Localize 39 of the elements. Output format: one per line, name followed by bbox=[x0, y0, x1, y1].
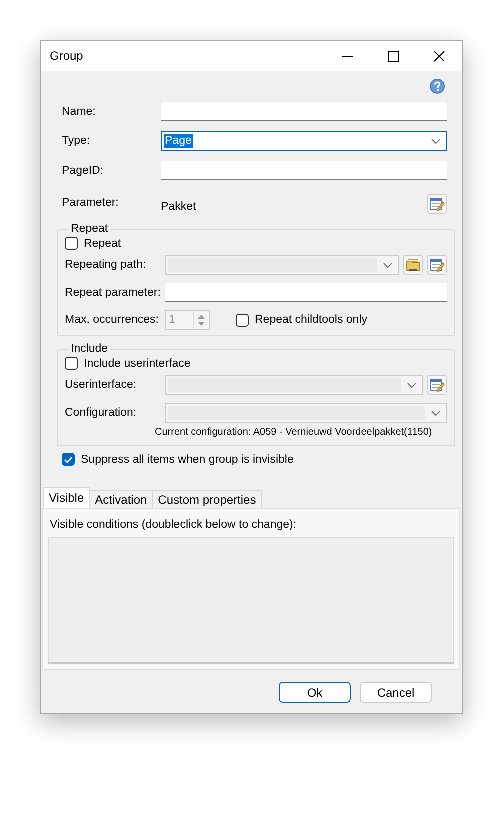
panel-caption: Visible conditions (doubleclick below to change): bbox=[49, 519, 298, 531]
window-title: Group bbox=[50, 49, 84, 63]
checkbox-label: Include userinterface bbox=[84, 358, 191, 370]
checkbox[interactable] bbox=[65, 357, 78, 370]
field-label: PageID: bbox=[62, 164, 105, 176]
checkbox[interactable] bbox=[236, 314, 249, 326]
close-icon[interactable] bbox=[434, 50, 444, 62]
dropdown[interactable]: Page bbox=[161, 131, 447, 151]
tab[interactable]: Custom properties bbox=[152, 490, 262, 508]
group-title: Include bbox=[70, 343, 110, 355]
checkbox-label: Repeat bbox=[84, 238, 122, 250]
checkbox-label: Suppress all items when group is invisible bbox=[81, 454, 294, 466]
field-label: Max. occurrences: bbox=[65, 314, 160, 326]
checkbox[interactable] bbox=[62, 453, 75, 466]
current-configuration-text: Current configuration: A059 - Vernieuwd Voordeelpakket(1150) bbox=[155, 427, 434, 438]
input-field[interactable] bbox=[161, 161, 447, 180]
field-label: Parameter: bbox=[62, 197, 120, 209]
checkbox[interactable] bbox=[65, 237, 78, 250]
button[interactable]: Ok bbox=[279, 682, 351, 703]
field-label: Userinterface: bbox=[65, 379, 138, 391]
input-field[interactable] bbox=[161, 102, 447, 121]
field-label: Repeat parameter: bbox=[65, 286, 162, 298]
checkmark-icon bbox=[64, 456, 73, 464]
edit-table-icon[interactable] bbox=[429, 196, 445, 212]
field-label: Name: bbox=[62, 106, 97, 118]
field-label: Repeating path: bbox=[65, 259, 148, 271]
field-label: Type: bbox=[62, 135, 92, 147]
input-field[interactable] bbox=[165, 283, 447, 302]
folder-icon[interactable] bbox=[405, 257, 421, 273]
button[interactable]: Cancel bbox=[360, 682, 432, 703]
tab[interactable]: Visible bbox=[43, 487, 90, 508]
checkbox-label: Repeat childtools only bbox=[255, 314, 368, 326]
help-icon[interactable] bbox=[430, 79, 445, 94]
maximize-icon[interactable] bbox=[388, 50, 398, 62]
field-label: Configuration: bbox=[65, 407, 138, 419]
edit-table-icon[interactable] bbox=[429, 377, 445, 393]
group-title: Repeat bbox=[70, 223, 110, 235]
parameter-value: Pakket bbox=[161, 201, 196, 213]
edit-table-icon[interactable] bbox=[429, 257, 445, 273]
